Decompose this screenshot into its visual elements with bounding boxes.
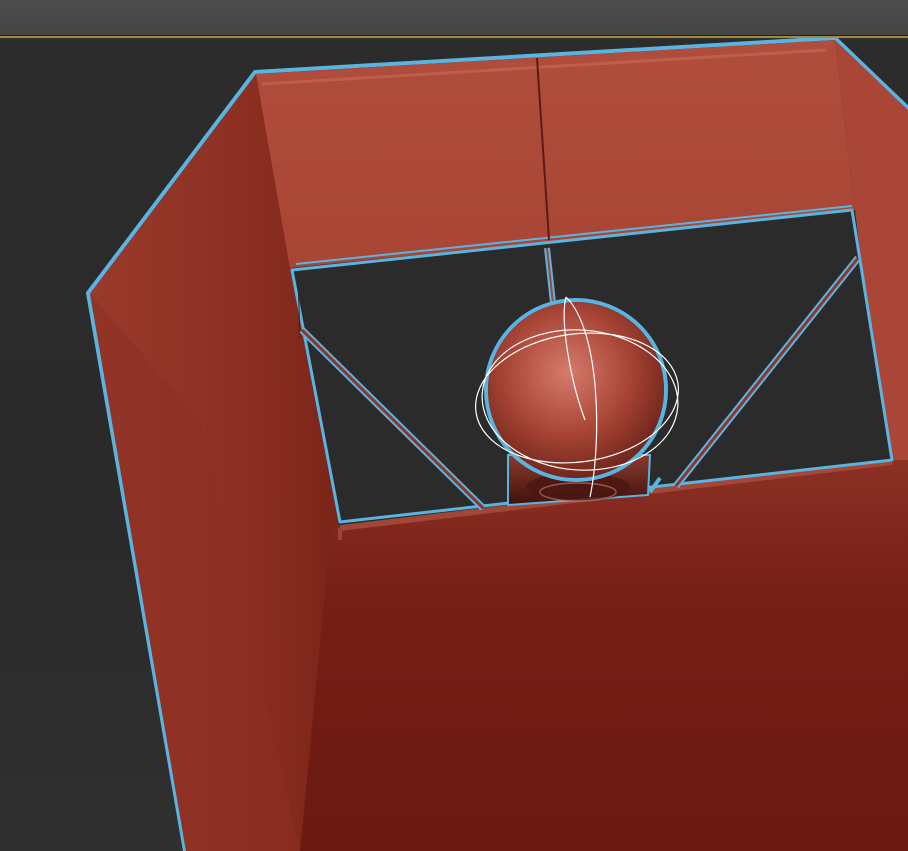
viewport-canvas[interactable] (0, 36, 908, 851)
perspective-viewport[interactable] (0, 36, 908, 851)
app-window (0, 0, 908, 851)
viewport-toolbar[interactable] (0, 0, 908, 36)
